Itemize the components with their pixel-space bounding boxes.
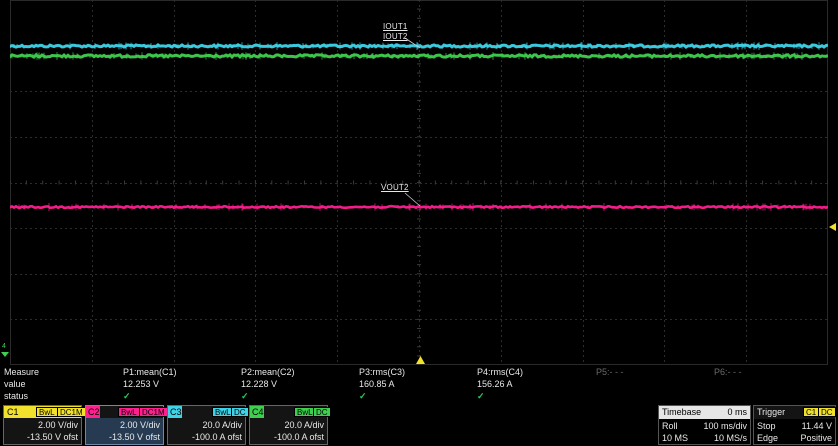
channel-c2-vdiv: 2.00 V/div — [119, 420, 160, 430]
measure-table: Measure P1:mean(C1) P2:mean(C2) P3:rms(C… — [0, 367, 838, 405]
channel-c1-offset: -13.50 V ofst — [26, 432, 78, 442]
waveform-grid[interactable] — [10, 0, 828, 365]
trigger-state: Stop — [757, 421, 776, 431]
oscilloscope-screen: IOUT1 IOUT2 VOUT2 4 Measure P1:mean(C1) … — [0, 0, 838, 446]
measure-p3-name[interactable]: P3:rms(C3) — [359, 367, 405, 377]
iout1-label: IOUT1 — [383, 22, 408, 31]
channel-c3-vdiv: 20.0 A/div — [202, 420, 242, 430]
status-row-label: status — [4, 391, 29, 401]
trace-c3-iout1 — [10, 42, 828, 50]
iout2-label: IOUT2 — [383, 32, 408, 41]
measure-p6-name[interactable]: P6:- - - — [714, 367, 742, 377]
measure-p3-value: 160.85 A — [359, 379, 395, 389]
timebase-panel[interactable]: Timebase 0 ms Roll 100 ms/div 10 MS 10 M… — [658, 405, 751, 445]
vout2-label: VOUT2 — [381, 183, 409, 192]
measure-row-label: Measure — [4, 367, 40, 377]
measure-p4-status-icon: ✓ — [477, 391, 485, 401]
channel-c1-coupling-badge: DC1M — [57, 407, 86, 417]
measure-p3-status-icon: ✓ — [359, 391, 367, 401]
channel-c4-name: C4 — [250, 406, 264, 418]
channel-c2-offset: -13.50 V ofst — [108, 432, 160, 442]
trigger-slope: Positive — [800, 433, 832, 443]
measure-header-row: Measure P1:mean(C1) P2:mean(C2) P3:rms(C… — [0, 367, 838, 378]
measure-p1-value: 12.253 V — [123, 379, 160, 389]
channel-c4-offset: -100.0 A ofst — [273, 432, 324, 442]
channel-c4-coupling-badge: DC — [313, 407, 331, 417]
channel-c4-box[interactable]: C4 BwL DC 20.0 A/div -100.0 A ofst — [249, 405, 331, 445]
measure-p2-value: 12.228 V — [241, 379, 278, 389]
measure-value-row: value 12.253 V 12.228 V 160.85 A 156.26 … — [0, 379, 838, 390]
trigger-source-badge: C1 — [803, 407, 820, 417]
measure-p4-value: 156.26 A — [477, 379, 513, 389]
channel-c2-box[interactable]: C2 BwL DC1M 2.00 V/div -13.50 V ofst — [85, 405, 168, 445]
timebase-rate: 10 MS/s — [713, 433, 747, 443]
measure-p1-status-icon: ✓ — [123, 391, 131, 401]
trigger-level-marker[interactable] — [829, 223, 837, 231]
channel-c1-box[interactable]: C1 BwL DC1M 2.00 V/div -13.50 V ofst — [3, 405, 86, 445]
channel-c2-bwl-badge: BwL — [118, 407, 140, 417]
channel-c1-bwl-badge: BwL — [36, 407, 58, 417]
timebase-samples: 10 MS — [662, 433, 689, 443]
measure-status-row: status ✓ ✓ ✓ ✓ — [0, 391, 838, 402]
trace-c4-iout2 — [10, 52, 828, 60]
trigger-level: 11.44 V — [801, 421, 832, 431]
channel-c2-coupling-badge: DC1M — [139, 407, 168, 417]
channel-ground-marker-label: 4 — [2, 343, 6, 350]
value-row-label: value — [4, 379, 26, 389]
label-pointer-vout — [404, 192, 421, 207]
measure-p1-name[interactable]: P1:mean(C1) — [123, 367, 177, 377]
channel-c2-name: C2 — [86, 406, 100, 418]
timebase-mode: Roll — [662, 421, 678, 431]
trigger-type: Edge — [757, 433, 779, 443]
trigger-title: Trigger — [757, 407, 786, 417]
channel-c4-vdiv: 20.0 A/div — [284, 420, 324, 430]
channel-c3-name: C3 — [168, 406, 182, 418]
trigger-coupling-badge: DC — [818, 407, 836, 417]
trigger-panel[interactable]: Trigger C1 DC Stop 11.44 V Edge Positive — [753, 405, 836, 445]
timebase-title: Timebase — [662, 407, 702, 417]
timebase-tdiv: 100 ms/div — [703, 421, 747, 431]
channel-c1-vdiv: 2.00 V/div — [37, 420, 78, 430]
channel-c1-name: C1 — [7, 407, 19, 417]
trigger-position-marker[interactable] — [416, 356, 425, 364]
channel-c3-box[interactable]: C3 BwL DC 20.0 A/div -100.0 A ofst — [167, 405, 249, 445]
timebase-delay: 0 ms — [727, 407, 747, 417]
measure-p5-name[interactable]: P5:- - - — [596, 367, 624, 377]
channel-c3-offset: -100.0 A ofst — [191, 432, 242, 442]
measure-p2-name[interactable]: P2:mean(C2) — [241, 367, 295, 377]
measure-p4-name[interactable]: P4:rms(C4) — [477, 367, 523, 377]
measure-p2-status-icon: ✓ — [241, 391, 249, 401]
channel-c3-coupling-badge: DC — [231, 407, 249, 417]
